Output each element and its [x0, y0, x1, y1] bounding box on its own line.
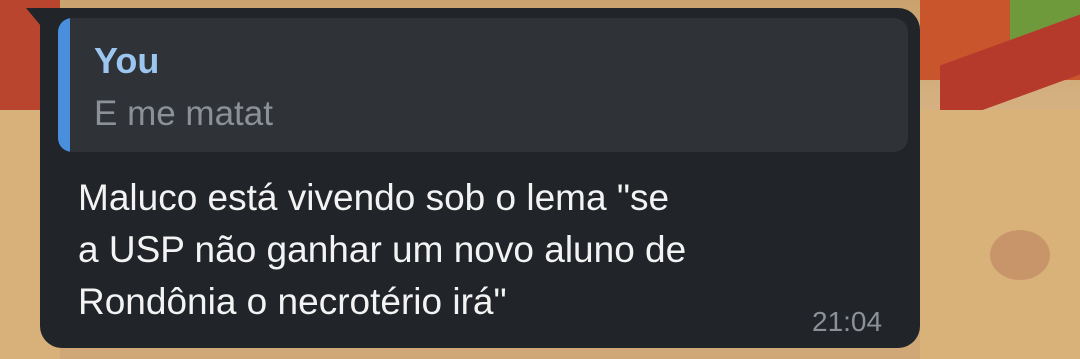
reply-preview[interactable]: You E me matat — [58, 18, 908, 152]
wallpaper-spot — [990, 230, 1050, 280]
wallpaper-wall-right — [920, 110, 1080, 359]
reply-accent-bar — [58, 18, 70, 152]
message-line: Rondônia o necrotério irá" — [78, 281, 507, 322]
message-timestamp: 21:04 — [812, 306, 883, 337]
message-text: Maluco está vivendo sob o lema "se a USP… — [78, 172, 838, 328]
reply-text: E me matat — [94, 94, 273, 133]
message-line: Maluco está vivendo sob o lema "se — [78, 177, 670, 218]
reply-author: You — [94, 40, 160, 81]
message-line: a USP não ganhar um novo aluno de — [78, 229, 687, 270]
